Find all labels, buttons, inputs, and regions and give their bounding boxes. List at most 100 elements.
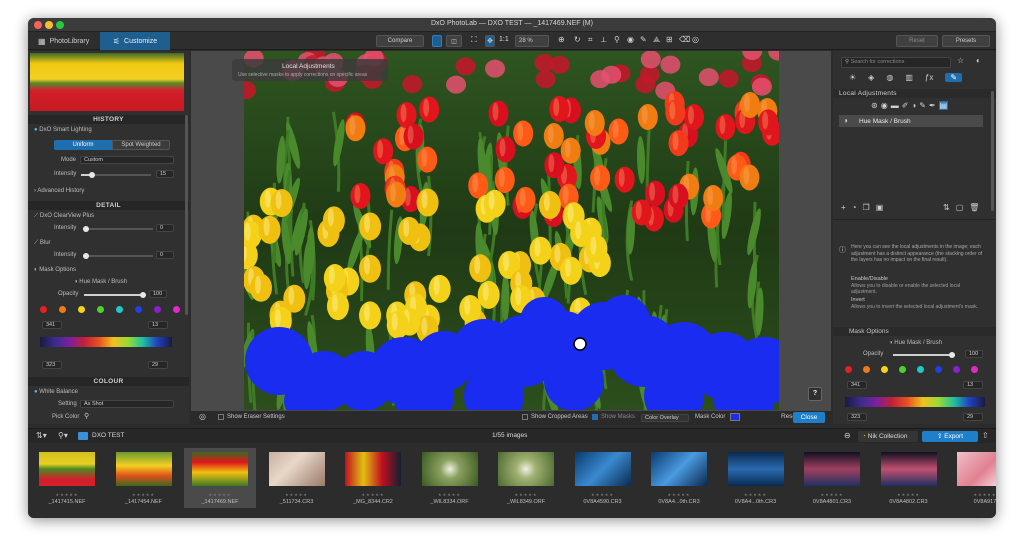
rating-stars[interactable]: ★★★★★ — [108, 492, 180, 497]
hue-low2-input[interactable]: 323 — [42, 361, 62, 369]
right-hue-low-input[interactable]: 341 — [847, 381, 867, 389]
control-line-icon[interactable]: ◉ — [881, 101, 888, 110]
split-view-button[interactable]: ◫ — [446, 35, 462, 47]
disable-icon[interactable]: ▢ — [956, 203, 964, 212]
hue-low-input[interactable]: 341 — [42, 321, 62, 329]
right-hue-dot-blue[interactable] — [935, 366, 942, 373]
local-adjust-icon[interactable]: ⟁ — [653, 35, 660, 45]
rating-stars[interactable]: ★★★★★ — [720, 492, 792, 497]
eraser-icon[interactable]: ⌫ — [679, 35, 690, 44]
right-hue-dot-red[interactable] — [845, 366, 852, 373]
single-view-button[interactable] — [432, 35, 442, 47]
help-button[interactable]: ? — [808, 387, 822, 401]
blur-intensity-input[interactable]: 0 — [156, 251, 174, 259]
filmstrip-thumbnail[interactable]: ★★★★★ _WIL8349.ORF — [490, 448, 562, 508]
compare-icon[interactable]: ⊖ — [844, 431, 851, 440]
mask-layer-icon[interactable]: ◔ — [852, 203, 857, 212]
mask-color-swatch[interactable] — [730, 413, 740, 421]
rotate-icon[interactable]: ↻ — [574, 35, 581, 44]
hue-dot-cyan[interactable] — [116, 306, 123, 313]
show-cropped-checkbox[interactable] — [522, 414, 528, 420]
right-opacity-knob[interactable] — [949, 352, 955, 358]
filmstrip-thumbnail[interactable]: ★★★★★ 0V8A4802.CR3 — [873, 448, 945, 508]
mode-select[interactable]: Custom — [80, 156, 174, 164]
hue-dot-green[interactable] — [97, 306, 104, 313]
repair-icon[interactable]: ✎ — [640, 35, 647, 44]
setting-select[interactable]: As Shot — [80, 400, 174, 408]
show-eraser-checkbox[interactable] — [218, 414, 224, 420]
history-header[interactable]: HISTORY — [28, 115, 189, 124]
light-tab-icon[interactable]: ☀ — [849, 73, 856, 82]
star-favorites-icon[interactable]: ☆ — [957, 56, 964, 65]
eye-icon[interactable]: ◎ — [692, 35, 699, 44]
right-hue-dot-cyan[interactable] — [917, 366, 924, 373]
close-button[interactable]: Close — [793, 412, 825, 423]
presets-button[interactable]: Presets — [942, 35, 990, 47]
filter-icon[interactable]: ⚲▾ — [58, 431, 68, 440]
hue-dot-red[interactable] — [40, 306, 47, 313]
horizon-icon[interactable]: ⟂ — [601, 35, 606, 45]
share-icon[interactable]: ⇧ — [982, 431, 989, 440]
rating-stars[interactable]: ★★★★★ — [337, 492, 409, 497]
right-opacity-slider[interactable] — [893, 352, 955, 358]
overlay-select[interactable]: Color Overlay — [641, 414, 689, 422]
clearview-intensity-knob[interactable] — [83, 226, 89, 232]
rating-stars[interactable]: ★★★★★ — [414, 492, 486, 497]
sort-icon[interactable]: ⇅▾ — [36, 431, 47, 440]
uniform-button[interactable]: Uniform — [54, 140, 112, 150]
right-hue-low2-input[interactable]: 323 — [847, 413, 867, 421]
intensity-slider[interactable] — [81, 172, 151, 178]
spot-weighted-button[interactable]: Spot Weighted — [112, 140, 170, 150]
hue-mask-tool-icon[interactable]: ▤ — [938, 101, 949, 110]
filmstrip-thumbnail[interactable]: ★★★★★ 0V8A4801.CR3 — [796, 448, 868, 508]
intensity-input[interactable]: 15 — [156, 170, 174, 178]
delete-icon[interactable]: 🗑 — [969, 203, 979, 212]
zoom-icon[interactable]: ⊕ — [558, 35, 565, 44]
filmstrip-thumbnail[interactable]: ★★★★★ _511734.CR3 — [261, 448, 333, 508]
right-scrollbar[interactable] — [991, 91, 994, 211]
rating-stars[interactable]: ★★★★★ — [949, 492, 996, 497]
rating-stars[interactable]: ★★★★★ — [873, 492, 945, 497]
right-hue-dot-purple[interactable] — [953, 366, 960, 373]
detail-tab-icon[interactable]: ◍ — [886, 73, 893, 82]
eyedropper-icon[interactable]: ⚲ — [614, 35, 620, 44]
rating-stars[interactable]: ★★★★★ — [31, 492, 103, 497]
hue-range-bar[interactable] — [40, 337, 172, 347]
control-point-icon[interactable]: ⊛ — [871, 101, 878, 110]
effects-tab-icon[interactable]: ƒx — [925, 73, 933, 82]
export-button[interactable]: ⇪ Export — [922, 431, 978, 442]
advanced-history-row[interactable]: › Advanced History — [34, 188, 84, 194]
blur-intensity-slider[interactable] — [83, 253, 153, 259]
reset-button[interactable]: Reset — [896, 35, 938, 47]
right-hue-dot-orange[interactable] — [863, 366, 870, 373]
hue-dot-blue[interactable] — [135, 306, 142, 313]
duplicate-icon[interactable]: ❐ — [863, 203, 870, 212]
tab-customize[interactable]: ⚟ Customize — [100, 32, 170, 50]
rating-stars[interactable]: ★★★★★ — [643, 492, 715, 497]
intensity-slider-knob[interactable] — [89, 172, 95, 178]
filmstrip-thumbnail[interactable]: ★★★★★ 0V8A4...0th.CR3 — [720, 448, 792, 508]
rating-stars[interactable]: ★★★★★ — [184, 492, 256, 497]
search-corrections-input[interactable]: ⚲ Search for corrections — [841, 57, 951, 68]
filmstrip-thumbnail[interactable]: ★★★★★ 0V8A917 — [949, 448, 996, 508]
filmstrip-thumbnail[interactable]: ★★★★★ _1417469.NEF — [184, 448, 256, 508]
right-hue-dot-magenta[interactable] — [971, 366, 978, 373]
right-hue-high-input[interactable]: 13 — [963, 381, 983, 389]
hue-dot-magenta[interactable] — [173, 306, 180, 313]
hue-high-input[interactable]: 13 — [148, 321, 168, 329]
colour-header[interactable]: COLOUR — [28, 377, 189, 386]
crop-icon[interactable]: ⌗ — [588, 35, 593, 45]
pick-color-eyedropper-icon[interactable]: ⚲ — [84, 412, 89, 420]
fit-screen-icon[interactable]: ⛶ — [471, 35, 477, 45]
eraser-tool-icon[interactable]: ✎ — [919, 101, 926, 110]
show-masks-checkbox[interactable] — [592, 414, 598, 420]
compare-button[interactable]: Compare — [376, 35, 424, 47]
hue-dot-yellow[interactable] — [78, 306, 85, 313]
filmstrip-thumbnail[interactable]: ★★★★★ _WIL8334.ORF — [414, 448, 486, 508]
zoom-1to1-button[interactable]: 1:1 — [499, 36, 509, 43]
left-scrollbar[interactable] — [185, 115, 188, 315]
redeye-icon[interactable]: ◉ — [627, 35, 634, 44]
edit-icon[interactable]: ▣ — [876, 203, 884, 212]
nik-collection-button[interactable]: ◔ Nik Collection — [858, 431, 918, 442]
pen-icon[interactable]: ✒ — [929, 101, 936, 110]
